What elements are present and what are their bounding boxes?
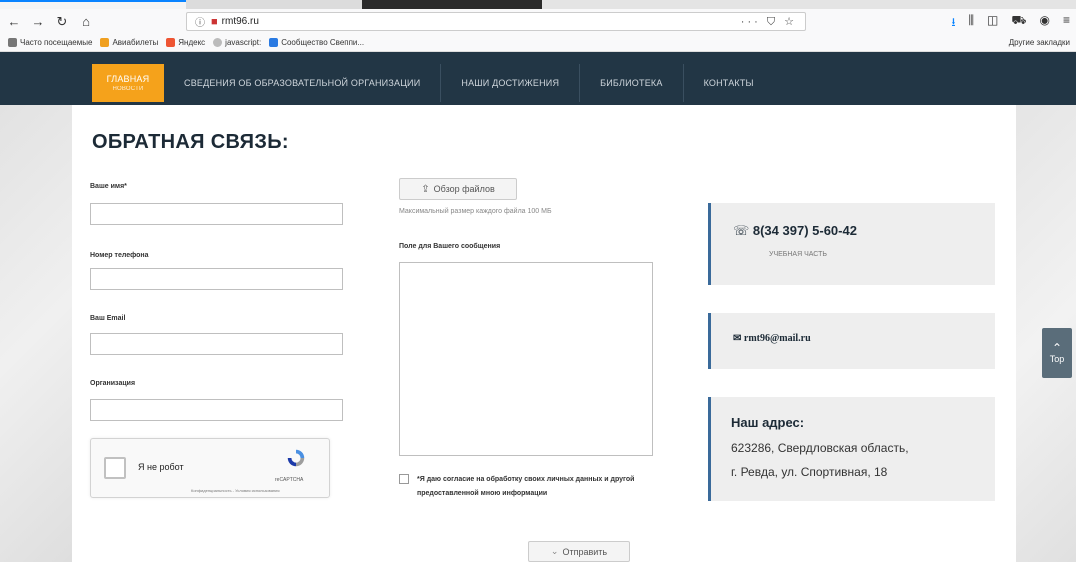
recaptcha-label: Я не робот xyxy=(138,462,184,472)
email-card: ✉ rmt96@mail.ru xyxy=(708,313,995,369)
recaptcha-widget: Я не робот reCAPTCHA Конфиденциальность … xyxy=(90,438,330,498)
send-button[interactable]: ⌄ Отправить xyxy=(528,541,630,562)
chevron-up-icon: ⌃ xyxy=(1051,341,1063,355)
site-icon: ■ xyxy=(211,15,218,28)
main-menu: ГЛАВНАЯ Новости СВЕДЕНИЯ ОБ ОБРАЗОВАТЕЛЬ… xyxy=(92,64,774,102)
url-actions-icon[interactable]: ··· ⛉ ☆ xyxy=(741,15,797,29)
other-bookmarks[interactable]: Другие закладки xyxy=(1009,38,1070,47)
browser-icons: ⭳ ⫼ ◫ ⛟ ◉ ≡ xyxy=(951,13,1070,34)
consent-text: *Я даю согласие на обработку своих личны… xyxy=(417,476,635,497)
browser-tab-area xyxy=(542,0,1076,9)
menu-item-contacts[interactable]: КОНТАКТЫ xyxy=(682,64,774,102)
bookmark-item[interactable]: Сообщество Свеппи... xyxy=(269,38,364,47)
forward-icon[interactable]: → xyxy=(28,12,48,32)
phone-number[interactable]: ☏ 8(34 397) 5-60-42 xyxy=(733,223,857,239)
community-icon xyxy=(269,38,279,47)
upload-icon: ⇪ xyxy=(421,183,430,195)
organization-label: Организация xyxy=(90,380,136,387)
message-textarea[interactable] xyxy=(399,262,653,456)
file-size-note: Максимальный размер каждого файла 100 МБ xyxy=(399,208,552,215)
cart-icon[interactable]: ⛟ xyxy=(1011,13,1026,34)
menu-icon[interactable]: ≡ xyxy=(1063,13,1070,34)
url-bar[interactable]: ⓘ ■ rmt96.ru ··· ⛉ ☆ xyxy=(186,12,806,31)
browser-tab[interactable] xyxy=(362,0,542,9)
phone-caption: УЧЕБНАЯ ЧАСТЬ xyxy=(769,251,827,258)
menu-item-about[interactable]: СВЕДЕНИЯ ОБ ОБРАЗОВАТЕЛЬНОЙ ОРГАНИЗАЦИИ xyxy=(164,64,440,102)
recaptcha-logo-icon xyxy=(287,449,305,467)
consent-checkbox[interactable] xyxy=(399,474,409,484)
extension-icon[interactable]: ◉ xyxy=(1040,13,1050,34)
browse-files-button[interactable]: ⇪ Обзор файлов xyxy=(399,178,517,200)
email-label: Ваш Email xyxy=(90,315,126,322)
address-title: Наш адрес: xyxy=(731,415,805,430)
plane-icon xyxy=(100,38,110,47)
recaptcha-checkbox[interactable] xyxy=(104,457,126,479)
scroll-top-button[interactable]: ⌃ Top xyxy=(1042,328,1072,378)
yandex-icon xyxy=(166,38,176,47)
globe-icon xyxy=(213,38,223,47)
send-icon: ⌄ xyxy=(550,546,559,556)
phone-card: ☏ 8(34 397) 5-60-42 УЧЕБНАЯ ЧАСТЬ xyxy=(708,203,995,285)
menu-item-library[interactable]: БИБЛИОТЕКА xyxy=(579,64,682,102)
bookmark-item[interactable]: Часто посещаемые xyxy=(8,38,92,47)
settings-icon xyxy=(8,38,17,47)
recaptcha-brand: reCAPTCHA xyxy=(275,477,304,483)
recaptcha-terms[interactable]: Конфиденциальность - Условия использован… xyxy=(191,488,280,493)
site-navigation: ГЛАВНАЯ Новости СВЕДЕНИЯ ОБ ОБРАЗОВАТЕЛЬ… xyxy=(0,52,1076,105)
phone-label: Номер телефона xyxy=(90,252,149,259)
feedback-section: ОБРАТНАЯ СВЯЗЬ: Ваше имя* Номер телефона… xyxy=(72,105,1016,562)
name-input[interactable] xyxy=(90,203,343,225)
bookmarks-bar: Часто посещаемые Авиабилеты Яндекс javas… xyxy=(0,34,1076,52)
page-background-left xyxy=(0,105,72,562)
download-icon[interactable]: ⭳ xyxy=(951,13,955,34)
menu-item-home[interactable]: ГЛАВНАЯ Новости xyxy=(92,64,164,102)
home-icon[interactable]: ⌂ xyxy=(76,12,96,32)
url-text: rmt96.ru xyxy=(221,16,259,27)
bookmark-item[interactable]: Яндекс xyxy=(166,38,205,47)
email-input[interactable] xyxy=(90,333,343,355)
sidebar-icon[interactable]: ◫ xyxy=(987,13,998,34)
envelope-icon: ✉ xyxy=(733,333,744,344)
contact-email[interactable]: ✉ rmt96@mail.ru xyxy=(733,333,811,344)
address-line-1: 623286, Свердловская область, xyxy=(731,441,909,455)
message-label: Поле для Вашего сообщения xyxy=(399,243,501,250)
back-icon[interactable]: ← xyxy=(4,12,24,32)
address-line-2: г. Ревда, ул. Спортивная, 18 xyxy=(731,465,888,479)
browser-toolbar: ← → ↻ ⌂ ⓘ ■ rmt96.ru ··· ⛉ ☆ ⭳ ⫼ ◫ ⛟ ◉ ≡ xyxy=(0,9,1076,34)
name-label: Ваше имя* xyxy=(90,183,127,190)
bookmark-item[interactable]: javascript: xyxy=(213,38,261,47)
phone-input[interactable] xyxy=(90,268,343,290)
organization-input[interactable] xyxy=(90,399,343,421)
library-icon[interactable]: ⫼ xyxy=(969,13,975,34)
info-icon[interactable]: ⓘ xyxy=(195,14,205,29)
address-card: Наш адрес: 623286, Свердловская область,… xyxy=(708,397,995,501)
menu-item-achievements[interactable]: НАШИ ДОСТИЖЕНИЯ xyxy=(440,64,579,102)
page-title: ОБРАТНАЯ СВЯЗЬ: xyxy=(92,131,289,153)
phone-icon: ☏ xyxy=(733,223,753,238)
browser-tab-active[interactable] xyxy=(0,0,186,9)
browser-tabstrip xyxy=(0,0,1076,9)
bookmark-item[interactable]: Авиабилеты xyxy=(100,38,158,47)
reload-icon[interactable]: ↻ xyxy=(52,12,72,32)
